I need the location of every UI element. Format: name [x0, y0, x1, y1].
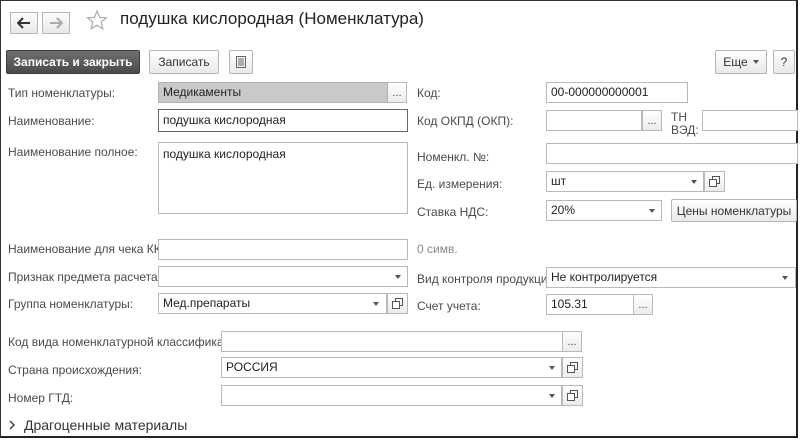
gtd-open-button[interactable]	[562, 385, 583, 406]
name-field[interactable]: подушка кислородная	[158, 109, 408, 132]
save-button[interactable]: Записать	[149, 50, 219, 74]
back-button[interactable]	[10, 12, 38, 34]
classif-label: Код вида номенклатурной классификации:	[8, 335, 248, 349]
open-icon	[392, 298, 403, 309]
fullname-field[interactable]: подушка кислородная	[158, 142, 408, 214]
country-open-button[interactable]	[562, 357, 583, 378]
kkm-char-count: 0 симв.	[417, 242, 458, 256]
group-open-button[interactable]	[387, 293, 408, 314]
nomen-no-label: Номенкл. №:	[417, 150, 490, 164]
okpd-label: Код ОКПД (ОКП):	[417, 114, 514, 128]
classif-field[interactable]	[221, 331, 563, 352]
kkm-field[interactable]	[158, 239, 408, 260]
control-dropdown-icon[interactable]	[776, 267, 794, 288]
page-title: подушка кислородная (Номенклатура)	[120, 9, 424, 28]
chevron-down-icon	[752, 60, 759, 64]
precious-section-title: Драгоценные материалы	[24, 417, 188, 433]
unit-dropdown-icon[interactable]	[685, 171, 703, 192]
code-label: Код:	[417, 86, 441, 100]
okpd-field[interactable]	[546, 110, 642, 131]
save-and-close-button[interactable]: Записать и закрыть	[6, 50, 140, 74]
subject-label: Признак предмета расчета:	[8, 270, 161, 284]
classif-select-button[interactable]: ...	[563, 331, 582, 352]
group-dropdown-icon[interactable]	[367, 293, 385, 314]
type-field[interactable]: Медикаменты	[158, 82, 388, 103]
unit-field[interactable]: шт	[546, 171, 704, 192]
type-select-button[interactable]: ...	[388, 82, 407, 103]
type-label: Тип номенклатуры:	[8, 86, 116, 100]
group-field[interactable]: Мед.препараты	[158, 293, 387, 314]
vat-dropdown-icon[interactable]	[643, 200, 661, 221]
open-icon	[567, 362, 578, 373]
precious-section-header[interactable]: Драгоценные материалы	[8, 417, 187, 433]
list-button[interactable]	[229, 50, 253, 74]
star-icon[interactable]	[86, 9, 108, 31]
group-label: Группа номенклатуры:	[8, 297, 134, 311]
kkm-label: Наименование для чека ККМ:	[8, 242, 175, 256]
account-field[interactable]: 105.31	[546, 294, 634, 315]
account-select-button[interactable]: ...	[634, 294, 653, 315]
name-label: Наименование:	[8, 114, 95, 128]
gtd-dropdown-icon[interactable]	[543, 385, 561, 406]
arrow-left-icon	[17, 17, 30, 29]
forward-button[interactable]	[42, 12, 70, 34]
gtd-field[interactable]	[221, 385, 562, 406]
unit-open-button[interactable]	[704, 171, 725, 192]
tnved-label-1: ТН	[671, 110, 687, 124]
control-label: Вид контроля продукции:	[417, 272, 558, 286]
subject-field[interactable]	[158, 266, 408, 287]
prices-button[interactable]: Цены номенклатуры	[671, 199, 797, 222]
code-field[interactable]: 00-000000000001	[546, 82, 688, 103]
tnved-label-2: ВЭД:	[671, 123, 699, 137]
help-button[interactable]: ?	[773, 50, 795, 74]
account-label: Счет учета:	[417, 299, 481, 313]
open-icon	[567, 390, 578, 401]
gtd-label: Номер ГТД:	[8, 391, 74, 405]
okpd-select-button[interactable]: ...	[642, 110, 662, 131]
chevron-right-icon	[9, 420, 16, 430]
fullname-label: Наименование полное:	[8, 145, 138, 159]
vat-label: Ставка НДС:	[417, 205, 489, 219]
country-label: Страна происхождения:	[8, 363, 142, 377]
arrow-right-icon	[50, 17, 63, 29]
unit-label: Ед. измерения:	[417, 177, 503, 191]
country-dropdown-icon[interactable]	[543, 357, 561, 378]
tnved-field[interactable]	[702, 110, 798, 131]
control-field[interactable]: Не контролируется	[546, 267, 796, 288]
subject-dropdown-icon[interactable]	[389, 266, 407, 287]
nomen-no-field[interactable]	[546, 143, 798, 164]
open-icon	[709, 176, 720, 187]
country-field[interactable]: РОССИЯ	[221, 357, 562, 378]
more-label: Еще	[723, 55, 748, 69]
more-button[interactable]: Еще	[715, 50, 767, 74]
list-icon	[236, 56, 246, 68]
